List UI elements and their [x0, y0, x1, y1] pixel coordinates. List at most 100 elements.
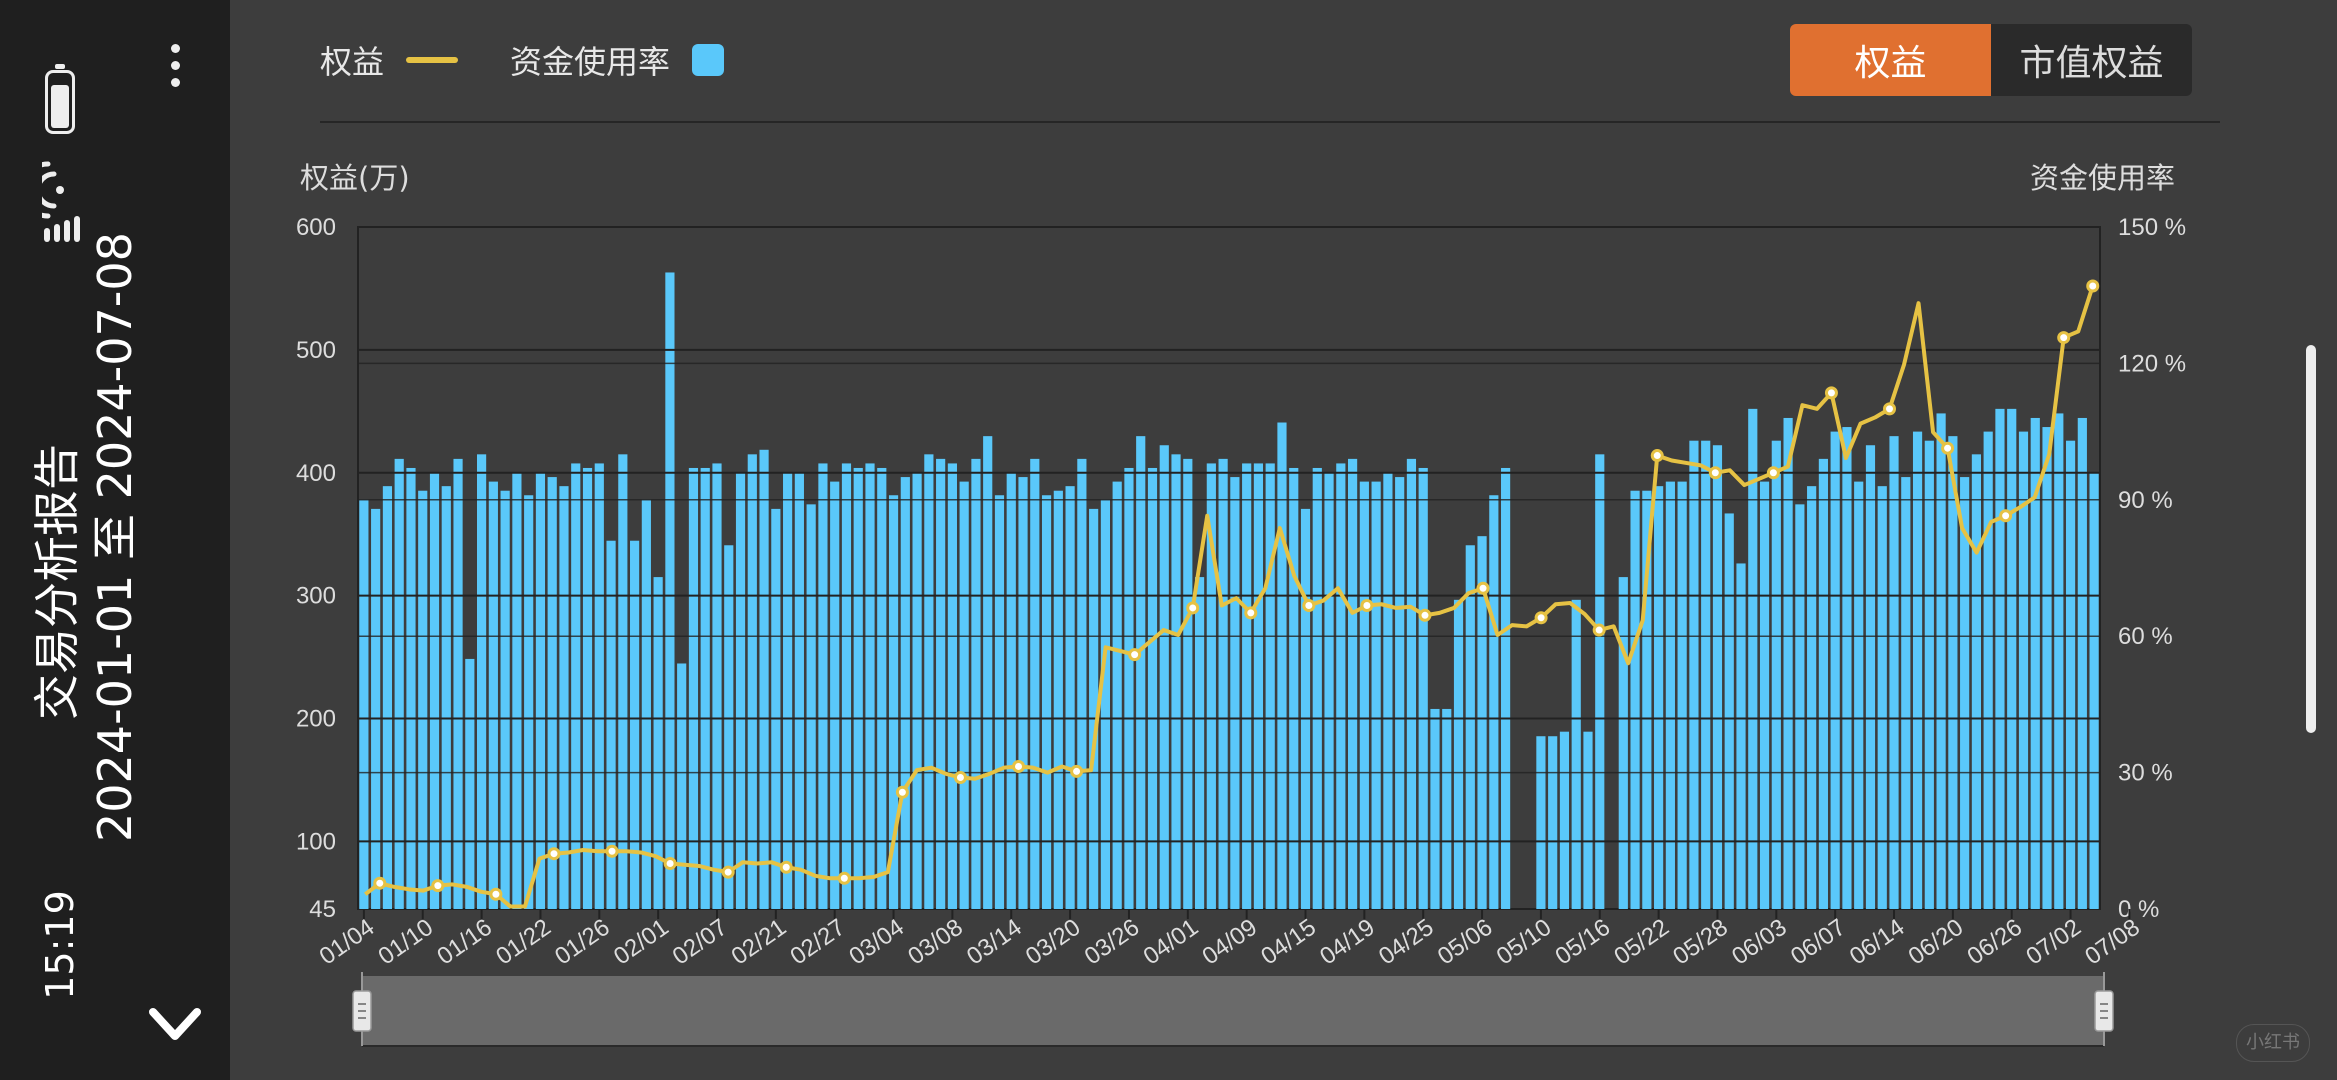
x-tick-label: 05/10	[1492, 914, 1557, 971]
equity-point	[1302, 598, 1316, 612]
right-tick-label: 120 %	[2118, 350, 2186, 377]
x-tick-label: 04/09	[1197, 914, 1262, 971]
x-tick-label: 06/03	[1727, 914, 1792, 971]
left-tick-label: 500	[296, 337, 336, 364]
equity-point	[1708, 466, 1722, 480]
usage-bar	[524, 495, 534, 909]
equity-point	[837, 871, 851, 885]
x-tick-label: 03/26	[1080, 914, 1145, 971]
x-tick-label: 01/26	[550, 914, 615, 971]
usage-bar	[1112, 481, 1122, 909]
x-tick-label: 01/10	[373, 914, 438, 971]
usage-bar	[1712, 445, 1723, 909]
usage-bar	[488, 481, 498, 909]
equity-point	[1534, 611, 1548, 625]
x-tick-label: 02/01	[609, 914, 674, 971]
usage-bar	[1630, 490, 1640, 909]
equity-point	[1766, 466, 1780, 480]
left-tick-label: 600	[296, 214, 336, 241]
usage-bar	[1383, 472, 1393, 909]
usage-bar	[1736, 563, 1746, 909]
usage-bar	[1501, 467, 1511, 909]
usage-bar	[1877, 486, 1887, 909]
equity-point	[1360, 598, 1374, 612]
x-tick-label: 04/15	[1256, 914, 1321, 971]
usage-bar	[1807, 486, 1817, 909]
usage-bar	[1548, 736, 1558, 909]
usage-bar	[1100, 499, 1110, 909]
x-tick-label: 05/22	[1609, 914, 1674, 971]
right-tick-label: 150 %	[2118, 214, 2186, 241]
usage-bar	[1795, 504, 1805, 909]
x-tick-label: 03/04	[844, 914, 909, 971]
usage-bar	[1583, 731, 1593, 909]
usage-bar	[724, 545, 734, 909]
right-tick-label: 60 %	[2118, 623, 2173, 650]
scrollbar[interactable]	[2306, 345, 2316, 733]
usage-bar	[1830, 431, 1840, 909]
x-tick-label: 05/06	[1433, 914, 1498, 971]
usage-bar	[1936, 413, 1946, 909]
usage-bar	[535, 472, 546, 909]
usage-bar	[994, 495, 1005, 909]
usage-bar	[1465, 545, 1475, 909]
usage-bar	[371, 508, 381, 909]
range-slider-track	[362, 976, 2104, 1046]
usage-bar	[1924, 440, 1934, 909]
usage-bar	[1701, 440, 1711, 909]
usage-bar	[700, 467, 710, 909]
x-tick-label: 03/14	[962, 914, 1027, 971]
equity-point	[1883, 402, 1897, 416]
usage-bar	[359, 499, 369, 909]
usage-bar	[1948, 436, 1958, 909]
usage-bar	[1359, 481, 1369, 909]
equity-point	[1824, 386, 1838, 400]
equity-point	[721, 865, 735, 879]
equity-point	[1941, 441, 1955, 455]
x-tick-label: 05/28	[1668, 914, 1733, 971]
usage-bar	[641, 499, 651, 909]
equity-point	[895, 785, 909, 799]
usage-bar	[677, 663, 687, 909]
x-tick-label: 07/02	[2021, 914, 2086, 971]
usage-bar	[547, 477, 557, 909]
usage-bar	[1901, 477, 1911, 909]
usage-bar	[559, 486, 569, 909]
equity-point	[1999, 509, 2013, 523]
usage-bar	[1053, 490, 1063, 909]
usage-bar	[441, 486, 451, 909]
x-tick-label: 02/21	[727, 914, 792, 971]
usage-bar	[983, 436, 993, 909]
usage-bar	[853, 467, 863, 909]
x-tick-label: 07/08	[2080, 914, 2145, 971]
usage-bar	[665, 272, 675, 910]
x-tick-label: 02/27	[785, 914, 850, 971]
usage-bar	[1571, 599, 1581, 909]
usage-bar	[1194, 577, 1205, 909]
usage-bar	[582, 467, 593, 909]
usage-bar	[500, 490, 510, 909]
equity-point	[605, 844, 619, 858]
x-tick-label: 03/20	[1021, 914, 1086, 971]
usage-bar	[771, 508, 781, 909]
usage-bar	[512, 472, 522, 909]
equity-point	[2057, 331, 2071, 345]
equity-point	[547, 847, 561, 861]
x-tick-label: 05/16	[1551, 914, 1616, 971]
equity-point	[1012, 759, 1026, 773]
usage-bar	[1289, 467, 1299, 909]
right-tick-label: 30 %	[2118, 760, 2173, 787]
usage-bar	[1418, 467, 1428, 909]
equity-point	[779, 860, 793, 874]
usage-bar	[1006, 472, 1016, 909]
left-tick-label: 400	[296, 460, 336, 487]
usage-bar	[783, 472, 793, 909]
equity-point	[431, 879, 445, 893]
equity-point	[1070, 764, 1084, 778]
usage-bar	[1395, 477, 1405, 909]
usage-bar	[1124, 467, 1134, 909]
usage-bar	[2065, 440, 2076, 909]
x-tick-label: 06/07	[1786, 914, 1851, 971]
left-tick-label: 300	[296, 583, 336, 610]
usage-bar	[830, 481, 840, 909]
